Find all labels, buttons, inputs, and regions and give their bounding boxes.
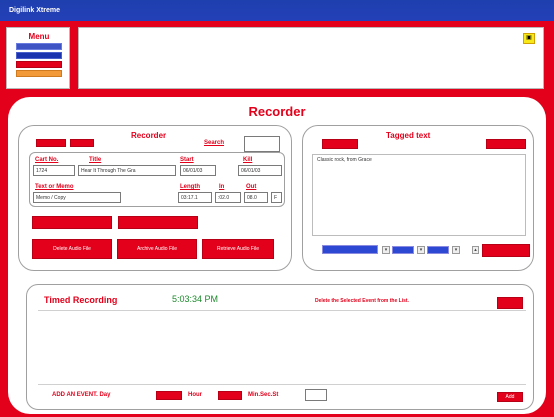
tag-button-left[interactable] [322,139,358,149]
hour-label: Hour [188,392,202,398]
cart-no-label: Cart No. [35,157,59,163]
window-title-bar: Digilink Xtreme [0,0,554,21]
event-list[interactable] [38,310,526,385]
tagged-text-content: Classic rock, from Grace [317,157,372,163]
f-field[interactable]: F [271,192,282,203]
menu-panel: Menu [6,27,70,89]
search-input[interactable] [244,136,280,152]
chevron-down-icon[interactable]: ▾ [382,246,390,254]
unlabeled-button-2[interactable] [118,216,198,229]
text-or-memo-label: Text or Memo [35,184,74,190]
note-icon[interactable]: ▣ [523,33,535,44]
length-field[interactable]: 03:17.1 [178,192,212,203]
add-event-label: ADD AN EVENT. Day [52,392,111,398]
text-or-memo-field[interactable]: Memo / Copy [33,192,121,203]
tag-select-3[interactable] [427,246,449,254]
min-sec-input[interactable] [305,389,327,401]
archive-audio-button[interactable]: Archive Audio File [117,239,197,259]
kill-label: Kill [243,157,253,163]
add-event-button[interactable]: Add [497,392,523,402]
message-area [78,27,544,89]
title-label: Title [89,157,102,163]
menu-button-4[interactable] [16,70,62,77]
scroll-arrow-icon[interactable]: ▴ [472,246,479,254]
tag-apply-button[interactable] [482,244,530,257]
stop-button[interactable] [70,139,94,147]
search-label: Search [204,140,225,146]
length-label: Length [180,184,200,190]
title-field[interactable]: Hear It Through The Gra [78,165,176,176]
tag-button-right[interactable] [486,139,526,149]
chevron-down-icon[interactable]: ▾ [452,246,460,254]
unlabeled-button-1[interactable] [32,216,112,229]
delete-event-label: Delete the Selected Event from the List. [315,298,409,304]
retrieve-audio-button[interactable]: Retrieve Audio File [202,239,274,259]
out-label: Out [246,184,257,190]
min-sec-label: Min.Sec.St [248,392,279,398]
cart-no-field[interactable]: 1724 [33,165,75,176]
window-title: Digilink Xtreme [9,7,60,14]
menu-title: Menu [28,32,50,41]
menu-button-1[interactable] [16,43,62,50]
hour-select[interactable] [218,391,242,400]
timed-recording-title: Timed Recording [44,295,118,305]
kill-field[interactable]: 06/01/03 [238,165,282,176]
out-field[interactable]: 08.0 [244,192,268,203]
intro-field[interactable]: :02.0 [215,192,241,203]
clock-display: 5:03:34 PM [172,294,219,304]
delete-audio-button[interactable]: Delete Audio File [32,239,112,259]
recorder-subtitle: Recorder [131,131,167,140]
tagged-text-title: Tagged text [386,131,431,140]
start-field[interactable]: 06/01/03 [180,165,216,176]
chevron-down-icon[interactable]: ▾ [417,246,425,254]
menu-button-3[interactable] [16,61,62,68]
tag-select-1[interactable] [322,245,378,254]
intro-label: In [219,184,225,190]
tag-select-2[interactable] [392,246,414,254]
record-button[interactable] [36,139,66,147]
start-label: Start [180,157,194,163]
tagged-text-area[interactable]: Classic rock, from Grace [312,154,526,236]
delete-event-button[interactable] [497,297,523,309]
menu-button-2[interactable] [16,52,62,59]
day-select[interactable] [156,391,182,400]
page-title: Recorder [248,104,306,119]
